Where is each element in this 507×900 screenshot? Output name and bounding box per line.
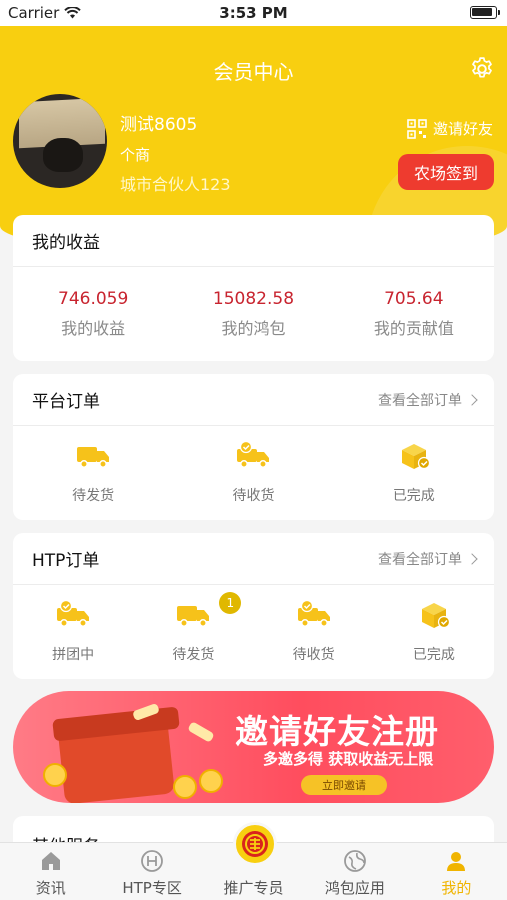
earnings-title: 我的收益 [32, 233, 100, 253]
order-status-pending-shipment[interactable]: 待发货 [13, 441, 173, 505]
user-name: 测试8605 [120, 115, 198, 135]
tab-news[interactable]: 资讯 [0, 843, 101, 900]
htp-icon [141, 850, 164, 872]
box-check-icon [401, 444, 430, 470]
truck-check-icon [297, 599, 330, 627]
order-status-label: 待发货 [172, 647, 215, 663]
invite-now-button[interactable]: 立即邀请 [301, 775, 387, 795]
tab-hongbao-apps[interactable]: 鸿包应用 [304, 843, 405, 900]
order-status-pending-receipt[interactable]: 待收货 [173, 440, 333, 505]
promo-icon[interactable] [233, 822, 277, 866]
earnings-item[interactable]: 746.059 我的收益 [13, 289, 173, 339]
truck-icon [77, 447, 110, 468]
htp-status-pending-receipt[interactable]: 待收货 [254, 599, 374, 664]
count-badge: 1 [219, 592, 242, 614]
htp-orders-card: HTP订单 查看全部订单 拼团中 1 待发货 待收货 已完成 [13, 533, 494, 679]
order-status-label: 拼团中 [52, 647, 95, 663]
earnings-value: 746.059 [58, 289, 129, 309]
invite-friend-label: 邀请好友 [432, 120, 493, 138]
order-status-completed[interactable]: 已完成 [334, 441, 494, 505]
hongbao-label: 我的鸿包 [221, 319, 286, 338]
person-icon [447, 852, 466, 871]
htp-status-group-buying[interactable]: 拼团中 [13, 599, 133, 664]
order-status-label: 待发货 [72, 488, 115, 504]
banner-title: 邀请好友注册 [235, 712, 439, 751]
truck-check-icon [237, 440, 270, 468]
home-icon [41, 852, 60, 870]
htp-orders-title: HTP订单 [32, 551, 100, 571]
user-partner-level: 城市合伙人123 [120, 175, 231, 194]
truck-check-icon [57, 599, 90, 627]
status-time: 3:53 PM [219, 4, 288, 22]
contribution-label: 我的贡献值 [373, 319, 454, 338]
page-title: 会员中心 [213, 60, 294, 84]
hongbao-item[interactable]: 15082.58 我的鸿包 [173, 289, 333, 339]
order-status-label: 已完成 [412, 647, 455, 663]
tab-mine[interactable]: 我的 [406, 843, 507, 900]
hongbao-value: 15082.58 [212, 289, 295, 309]
earnings-label: 我的收益 [61, 319, 126, 338]
globe-icon [344, 850, 366, 872]
status-bar: Carrier 3:53 PM [0, 0, 507, 26]
view-all-platform-orders-link[interactable]: 查看全部订单 [378, 390, 478, 410]
view-all-htp-orders-link[interactable]: 查看全部订单 [378, 549, 478, 569]
htp-status-completed[interactable]: 已完成 [374, 600, 494, 664]
chevron-right-icon [466, 393, 478, 406]
qr-code-icon [407, 118, 427, 139]
user-type: 个商 [120, 146, 151, 164]
earnings-card: 我的收益 746.059 我的收益 15082.58 我的鸿包 705.64 我… [13, 215, 494, 361]
contribution-value: 705.64 [384, 289, 444, 309]
gear-icon[interactable] [469, 56, 495, 82]
banner-subtitle: 多邀多得 获取收益无上限 [263, 750, 434, 768]
chevron-right-icon [466, 552, 478, 565]
invite-banner[interactable]: 邀请好友注册 多邀多得 获取收益无上限 立即邀请 [13, 691, 494, 803]
invite-friend-button[interactable]: 邀请好友 [407, 118, 493, 139]
order-status-label: 待收货 [292, 647, 335, 663]
farm-sign-in-button[interactable]: 农场签到 [398, 154, 494, 190]
htp-status-pending-shipment[interactable]: 1 待发货 [133, 592, 253, 664]
order-status-label: 待收货 [232, 488, 275, 504]
tab-htp-zone[interactable]: HTP专区 [101, 843, 202, 900]
platform-orders-card: 平台订单 查看全部订单 待发货 待收货 已完成 [13, 374, 494, 520]
contribution-item[interactable]: 705.64 我的贡献值 [334, 289, 494, 339]
platform-orders-title: 平台订单 [32, 392, 100, 412]
box-check-icon [421, 603, 450, 629]
avatar[interactable] [13, 94, 107, 188]
battery-icon [470, 6, 500, 19]
order-status-label: 已完成 [392, 488, 435, 504]
truck-icon [177, 606, 210, 627]
